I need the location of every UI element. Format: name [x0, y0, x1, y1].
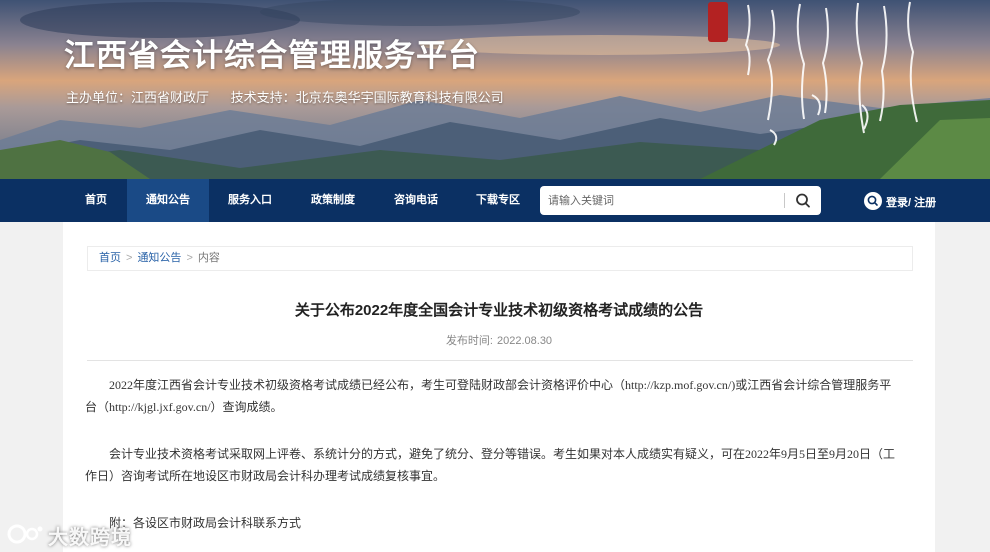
publish-date: 2022.08.30: [497, 335, 553, 347]
search-button[interactable]: [791, 190, 815, 211]
site-subtitle: 主办单位：江西省财政厅 技术支持：北京东奥华宇国际教育科技有限公司: [66, 87, 504, 106]
breadcrumb-separator: >: [126, 252, 133, 264]
publish-label: 发布时间:: [445, 335, 493, 347]
user-search-icon: [864, 192, 882, 210]
nav-item-notices[interactable]: 通知公告: [127, 179, 209, 222]
organizer-text: 主办单位：江西省财政厅: [66, 90, 210, 105]
red-seal-stamp: [708, 2, 728, 42]
breadcrumb-separator: >: [186, 252, 193, 264]
nav-item-home[interactable]: 首页: [55, 179, 137, 222]
divider: [87, 360, 913, 361]
search-divider: [784, 193, 785, 208]
search-input[interactable]: [548, 190, 780, 211]
nav-item-hotline[interactable]: 咨询电话: [375, 179, 457, 222]
tech-support-text: 技术支持：北京东奥华宇国际教育科技有限公司: [230, 90, 504, 105]
article-paragraph: 会计专业技术资格考试采取网上评卷、系统计分的方式，避免了统分、登分等错误。考生如…: [85, 447, 896, 483]
watermark-text: 大数跨境: [48, 527, 132, 549]
site-title: 江西省会计综合管理服务平台: [64, 38, 480, 73]
header-banner: 江西省会计综合管理服务平台 主办单位：江西省财政厅 技术支持：北京东奥华宇国际教…: [0, 0, 990, 179]
content-card: 首页 > 通知公告 > 内容 关于公布2022年度全国会计专业技术初级资格考试成绩的公告…: [63, 222, 935, 552]
breadcrumb-notices[interactable]: 通知公告: [137, 252, 181, 264]
nav-item-downloads[interactable]: 下载专区: [457, 179, 539, 222]
main-nav: 首页 通知公告 服务入口 政策制度 咨询电话 下载专区: [0, 179, 990, 222]
article-paragraph: 2022年度江西省会计专业技术初级资格考试成绩已经公布，考生可登陆财政部会计资格…: [85, 378, 892, 414]
nav-item-policies[interactable]: 政策制度: [292, 179, 374, 222]
article-title: 关于公布2022年度全国会计专业技术初级资格考试成绩的公告: [294, 302, 704, 319]
search-icon: [796, 193, 810, 208]
article-attachment-note: 附：各设区市财政局会计科联系方式: [109, 516, 302, 530]
search-box: [540, 186, 821, 215]
breadcrumb-current: 内容: [197, 252, 220, 264]
publish-info: 发布时间: 2022.08.30: [63, 332, 935, 348]
nav-item-service-entry[interactable]: 服务入口: [209, 179, 291, 222]
watermark-logo-icon: [7, 524, 43, 544]
breadcrumb-home[interactable]: 首页: [99, 252, 121, 264]
login-label: 登录/ 注册: [886, 197, 937, 209]
breadcrumb: 首页 > 通知公告 > 内容: [87, 246, 913, 271]
